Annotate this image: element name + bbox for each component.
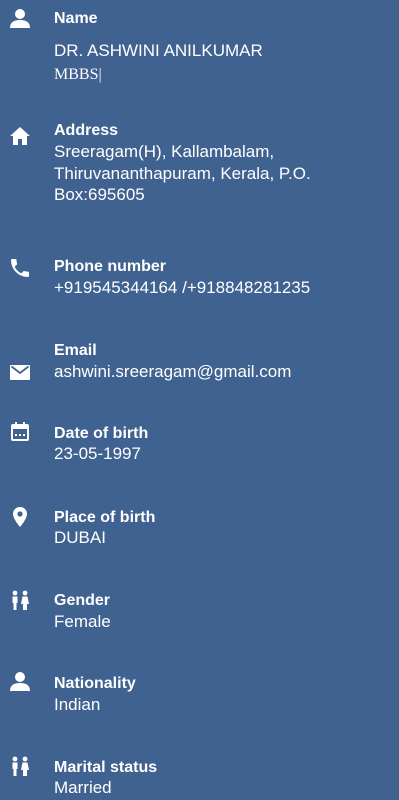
- dob-value: 23-05-1997: [54, 444, 141, 463]
- marital-value: Married: [54, 778, 112, 797]
- email-value: ashwini.sreeragam@gmail.com: [54, 362, 292, 381]
- address-line-2: Thiruvananthapuram, Kerala, P.O.: [54, 164, 311, 183]
- calendar-icon: [8, 420, 32, 444]
- dob-label: Date of birth: [54, 425, 149, 442]
- nationality-label: Nationality: [54, 675, 136, 692]
- phone-value: +919545344164 /+918848281235: [54, 278, 311, 297]
- phone-icon: [8, 256, 32, 280]
- address-line-1: Sreeragam(H), Kallambalam,: [54, 142, 275, 161]
- home-icon: [8, 124, 32, 148]
- person-icon: [8, 6, 32, 30]
- name-qualification: MBBS|: [54, 66, 102, 83]
- marital-label: Marital status: [54, 759, 158, 776]
- envelope-icon: [8, 360, 32, 384]
- nationality-value: Indian: [54, 695, 101, 714]
- person-icon: [8, 669, 32, 693]
- email-label: Email: [54, 342, 97, 359]
- pob-value: DUBAI: [54, 528, 106, 547]
- name-value: DR. ASHWINI ANILKUMAR: [54, 41, 263, 60]
- pob-label: Place of birth: [54, 509, 156, 526]
- name-label: Name: [54, 10, 98, 27]
- phone-label: Phone number: [54, 258, 167, 275]
- people-icon: [8, 755, 32, 779]
- gender-label: Gender: [54, 592, 111, 609]
- location-pin-icon: [8, 505, 32, 529]
- address-line-3: Box:695605: [54, 185, 145, 204]
- gender-value: Female: [54, 612, 111, 631]
- people-icon: [8, 589, 32, 613]
- address-label: Address: [54, 122, 119, 139]
